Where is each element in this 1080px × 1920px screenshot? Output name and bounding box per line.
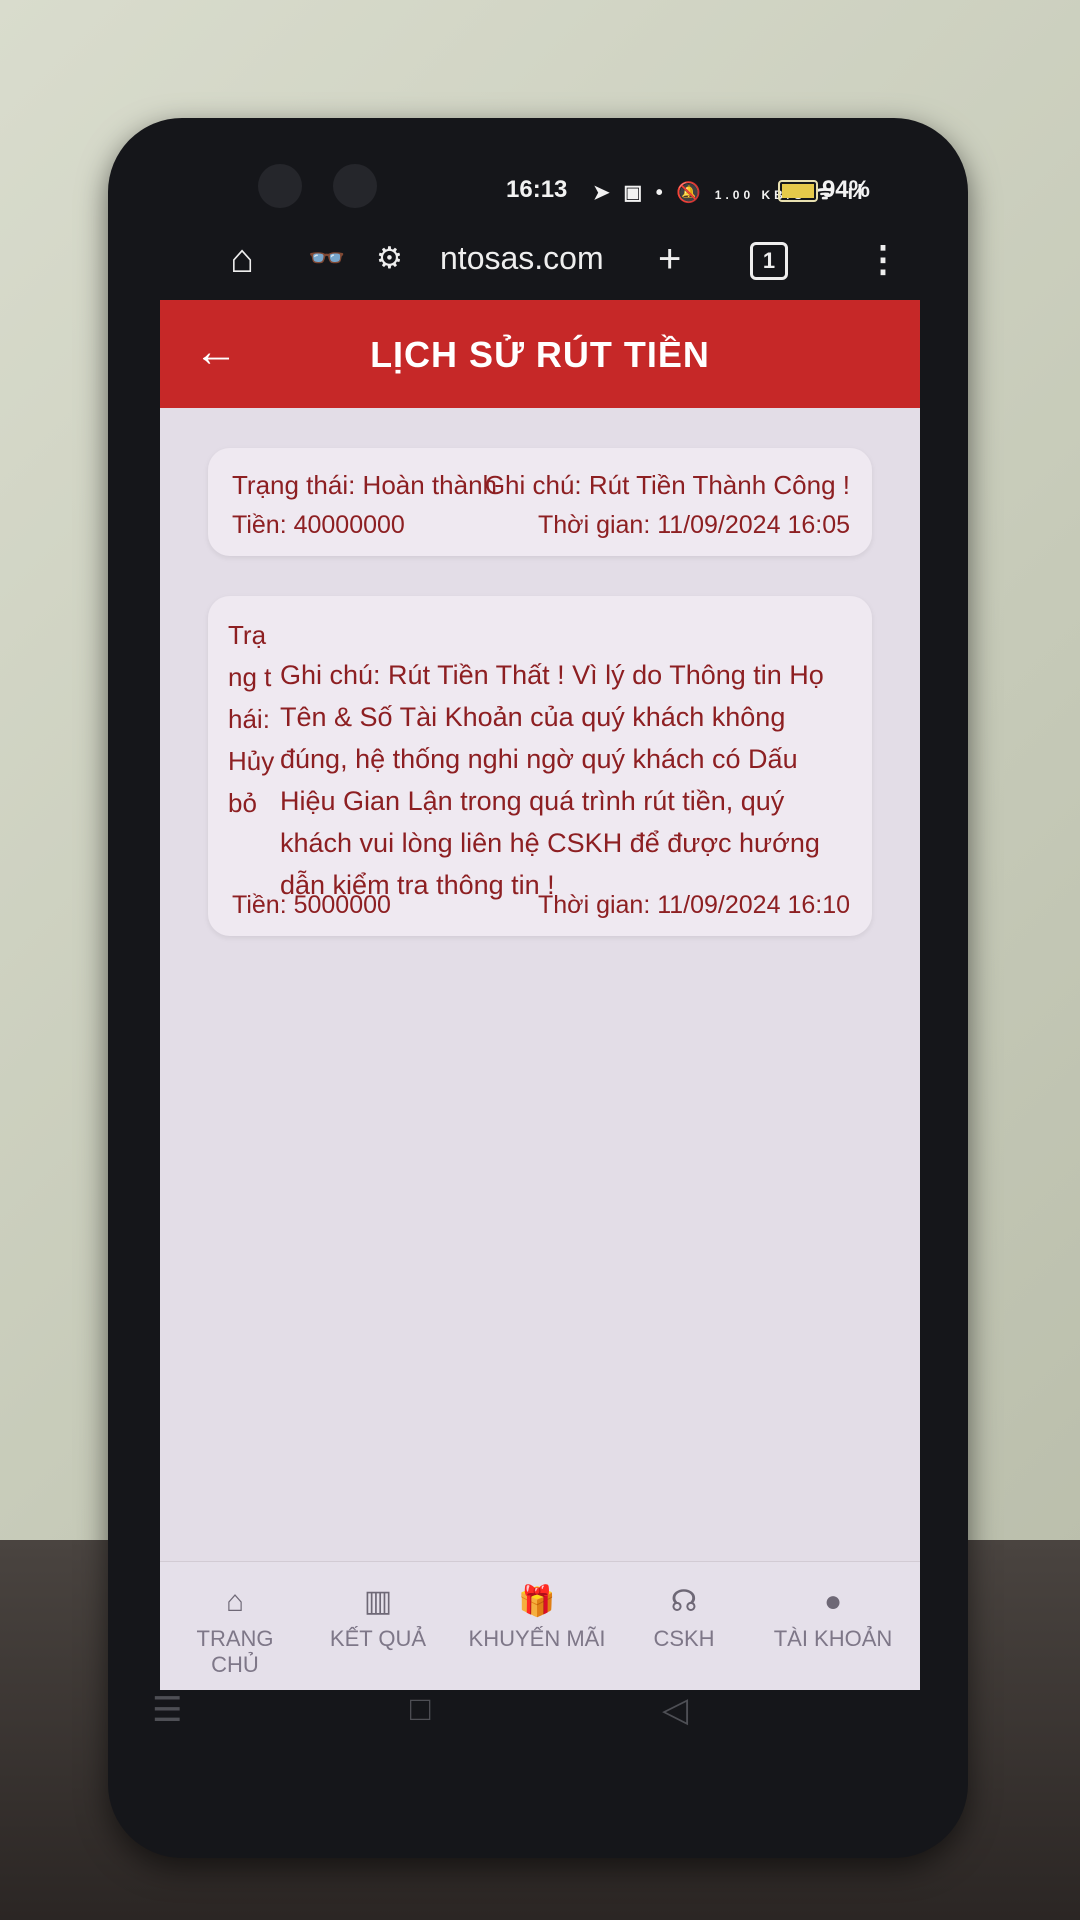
site-settings-icon[interactable]: ⚙ <box>376 236 403 282</box>
record-status: Trạng thái: Hoàn thành <box>232 470 497 500</box>
incognito-icon[interactable]: 👓 <box>308 236 345 282</box>
record-time: Thời gian: 11/09/2024 16:10 <box>538 891 850 919</box>
page-title: LỊCH SỬ RÚT TIỀN <box>370 334 710 375</box>
nav-item-home[interactable]: ⌂ TRANG CHỦ <box>170 1584 300 1678</box>
nav-label: KHUYẾN MÃI <box>468 1626 606 1651</box>
nav-item-results[interactable]: ▥ KẾT QUẢ <box>318 1584 438 1652</box>
nav-item-account[interactable]: ● TÀI KHOẢN <box>748 1584 918 1652</box>
bottom-nav: ⌂ TRANG CHỦ ▥ KẾT QUẢ 🎁 KHUYẾN MÃI ☊ CSK… <box>160 1561 920 1690</box>
address-bar[interactable]: ntosas.com <box>440 240 604 277</box>
browser-toolbar: ⌂ 👓 ⚙ ntosas.com + 1 ⋮ <box>120 228 940 294</box>
front-camera-icon <box>258 164 302 208</box>
system-navigation-bar: ☰ □ ◁ <box>0 1690 1080 1740</box>
app-screen: ← LỊCH SỬ RÚT TIỀN Trạng thái: Hoàn thàn… <box>160 300 920 1690</box>
withdraw-record-card: Trạng thái: Hoàn thành Ghi chú: Rút Tiền… <box>208 448 872 556</box>
status-time: 16:13 <box>506 176 568 203</box>
nav-item-support[interactable]: ☊ CSKH <box>634 1584 734 1652</box>
record-note: Ghi chú: Rút Tiền Thành Công ! <box>484 470 850 500</box>
app-header: ← LỊCH SỬ RÚT TIỀN <box>160 300 920 408</box>
new-tab-button[interactable]: + <box>658 236 681 282</box>
nav-item-promotions[interactable]: 🎁 KHUYẾN MÃI <box>452 1584 622 1652</box>
nav-label: CSKH <box>653 1626 715 1651</box>
back-button-icon[interactable]: ◁ <box>662 1690 688 1730</box>
status-bar: 16:13 ➤ ▣ • 🔕 1.00 KB/S ᯤ ıl 94% <box>368 170 888 214</box>
chart-icon: ▥ <box>363 1585 393 1618</box>
nav-label: TÀI KHOẢN <box>773 1626 893 1651</box>
home-icon[interactable]: ⌂ <box>230 236 254 282</box>
record-time: Thời gian: 11/09/2024 16:05 <box>538 511 850 539</box>
battery-icon <box>777 179 818 202</box>
record-amount: Tiền: 40000000 <box>232 511 405 539</box>
battery-level: 94% <box>821 176 870 203</box>
record-status: Trạng thái: Hủy bỏ <box>228 620 275 818</box>
nav-label: TRANG CHỦ <box>196 1626 274 1677</box>
home-button-icon[interactable]: □ <box>410 1690 431 1729</box>
recent-apps-icon[interactable]: ☰ <box>152 1690 182 1730</box>
withdraw-record-card: Trạng thái: Hủy bỏ Ghi chú: Rút Tiền Thấ… <box>208 596 872 936</box>
gift-icon: 🎁 <box>518 1585 556 1618</box>
account-icon: ● <box>823 1585 843 1618</box>
tab-switcher-button[interactable]: 1 <box>750 242 788 280</box>
battery-indicator: 94% <box>777 176 870 204</box>
record-note: Ghi chú: Rút Tiền Thất ! Vì lý do Thông … <box>280 660 824 900</box>
home-icon: ⌂ <box>225 1585 245 1618</box>
headset-icon: ☊ <box>670 1585 698 1618</box>
nav-label: KẾT QUẢ <box>329 1626 427 1651</box>
record-amount: Tiền: 5000000 <box>232 891 391 919</box>
browser-menu-icon[interactable]: ⋮ <box>865 236 901 282</box>
